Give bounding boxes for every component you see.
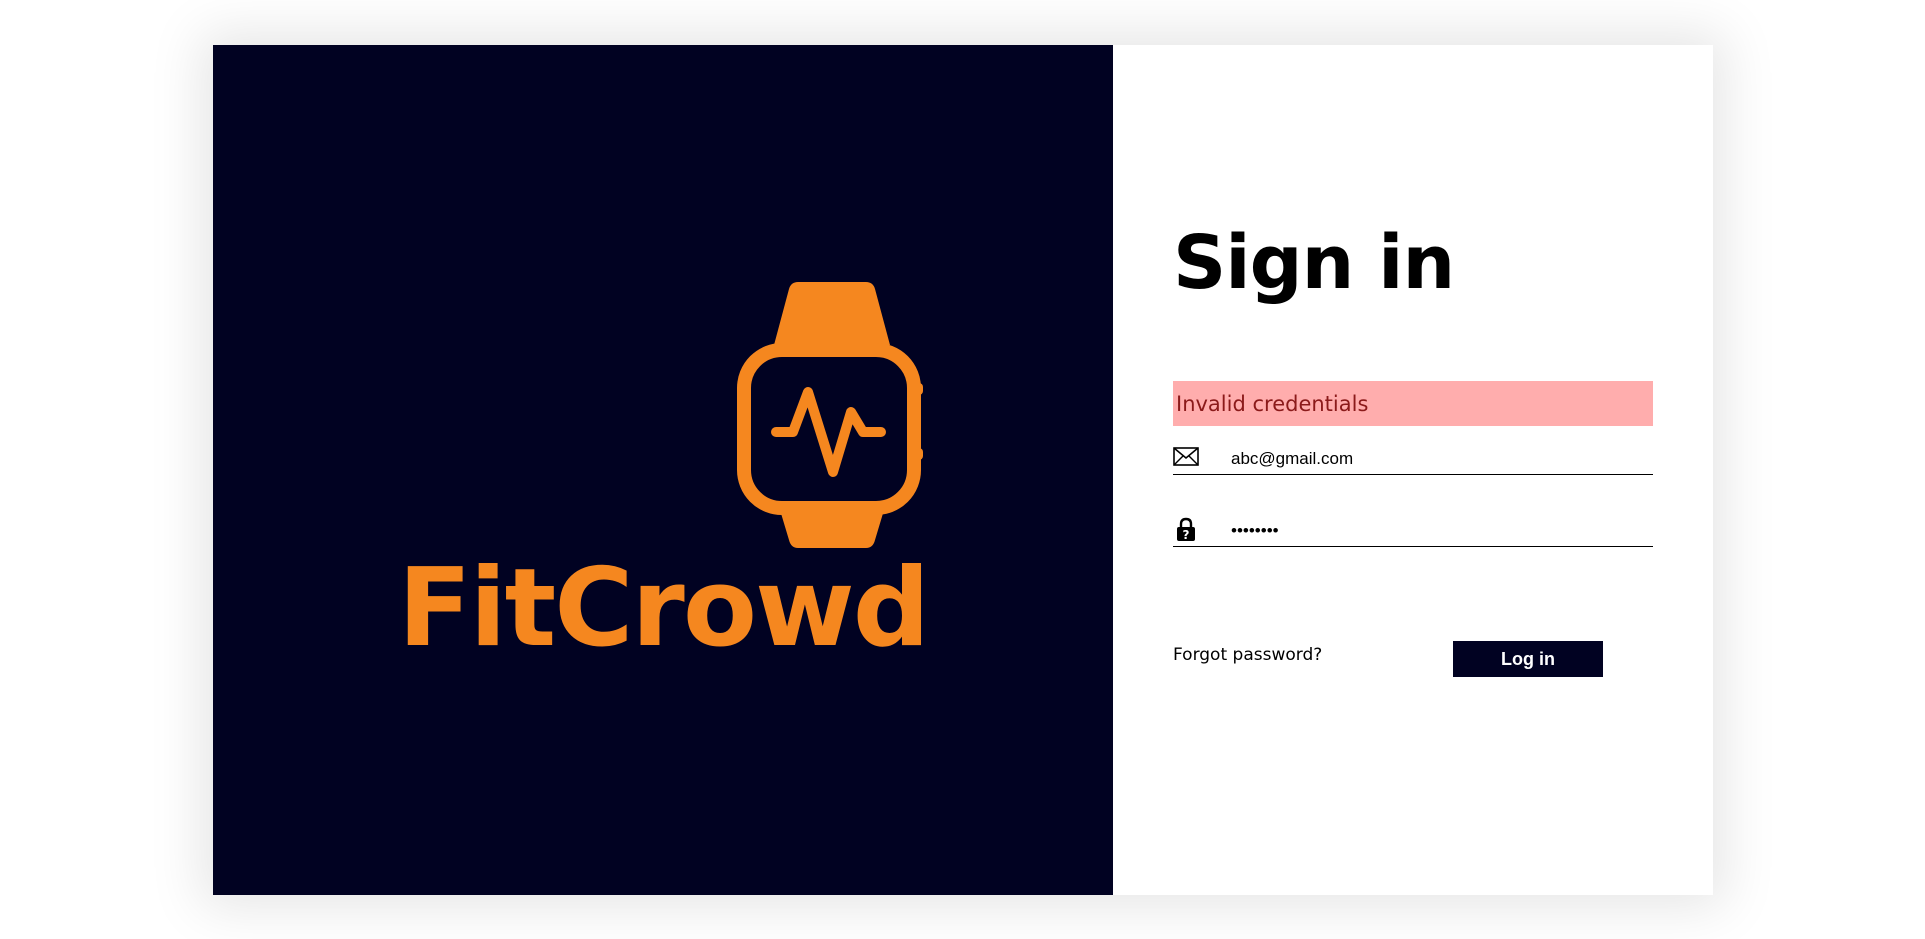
envelope-icon [1173, 447, 1199, 466]
error-banner: Invalid credentials [1173, 381, 1653, 426]
page-title: Sign in [1173, 220, 1455, 306]
signin-form: Sign in Invalid credentials ? [1113, 45, 1713, 895]
login-card: FitCrowd Sign in Invalid credentials ? [213, 45, 1713, 895]
brand-panel: FitCrowd [213, 45, 1113, 895]
password-field[interactable] [1231, 518, 1646, 544]
email-field-row [1173, 442, 1653, 475]
svg-text:?: ? [1183, 528, 1190, 542]
password-field-row: ? [1173, 514, 1653, 547]
login-button[interactable]: Log in [1453, 641, 1603, 677]
forgot-password-link[interactable]: Forgot password? [1173, 645, 1322, 665]
page: FitCrowd Sign in Invalid credentials ? [0, 0, 1925, 939]
lock-icon: ? [1177, 517, 1195, 542]
brand-name: FitCrowd [397, 546, 930, 671]
email-field[interactable] [1231, 446, 1646, 472]
smartwatch-heartbeat-icon [737, 282, 923, 548]
